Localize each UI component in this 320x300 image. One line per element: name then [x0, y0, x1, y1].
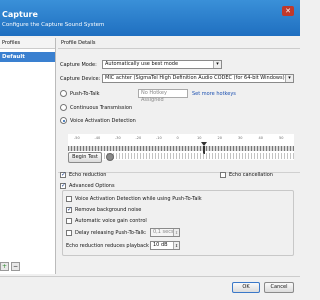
capture-mode-value: Automatically use best mode	[105, 61, 179, 67]
echo-cancellation-label: Echo cancellation	[229, 172, 273, 178]
chevron-down-icon: ▾	[285, 75, 293, 82]
cancel-button[interactable]: Cancel	[264, 282, 294, 293]
meter-tick-labels: -50 -40 -30 -20 -10 0 10 20 30 40 50	[68, 134, 294, 144]
delay-release-label: Delay releasing Push-To-Talk:	[75, 230, 147, 236]
ok-button[interactable]: OK	[232, 282, 260, 293]
profile-item-default[interactable]: Default	[0, 52, 55, 62]
meter-tick-label: 30	[238, 136, 243, 140]
add-profile-button[interactable]: +	[0, 262, 9, 271]
capture-device-label: Capture Device:	[60, 76, 101, 82]
echo-reduce-playback-label: Echo reduction reduces playback by:	[66, 243, 158, 249]
echo-reduction-checkbox[interactable]	[60, 171, 66, 178]
meter-track	[68, 146, 294, 151]
meter-tick-label: -50	[74, 136, 80, 140]
advanced-options-checkbox[interactable]	[60, 182, 66, 189]
voice-activation-radio[interactable]	[60, 117, 67, 124]
auto-gain-label: Automatic voice gain control	[75, 218, 147, 224]
window-titlebar: Capture Configure the Capture Sound Syst…	[0, 0, 300, 36]
begin-test-button[interactable]: Begin Test	[68, 152, 102, 163]
echo-reduction-label: Echo reduction	[69, 172, 107, 178]
hotkey-field[interactable]: No Hotkey Assigned	[138, 89, 188, 103]
window-title: Capture	[2, 10, 38, 19]
capture-device-select[interactable]: MIC achter (SigmaTel High Definition Aud…	[102, 74, 294, 83]
echo-cancellation-checkbox[interactable]	[220, 172, 226, 178]
delay-release-value: 0,1 secs	[153, 229, 174, 235]
profile-buttons: + −	[0, 262, 20, 271]
capture-mode-select[interactable]: Automatically use best mode ▾	[102, 60, 222, 69]
set-more-hotkeys-link[interactable]: Set more hotkeys	[192, 91, 236, 97]
spinner-arrows-icon: ⇕	[173, 242, 179, 249]
meter-tick-label: 40	[258, 136, 263, 140]
window-subtitle: Configure the Capture Sound System	[2, 22, 105, 28]
meter-tick-label: 0	[176, 136, 179, 140]
capture-mode-label: Capture Mode:	[60, 62, 97, 68]
vad-while-ptt-label: Voice Activation Detection while using P…	[75, 196, 202, 202]
push-to-talk-radio[interactable]	[60, 90, 67, 97]
remove-noise-label: Remove background noise	[75, 207, 142, 213]
profile-details-header: Profile Details	[58, 38, 300, 49]
remove-profile-button[interactable]: −	[11, 262, 20, 271]
meter-tick-label: 50	[279, 136, 284, 140]
meter-tick-label: -10	[156, 136, 162, 140]
meter-tick-label: -30	[115, 136, 121, 140]
delay-release-spinner[interactable]: 0,1 secs ⇕	[150, 228, 180, 237]
spinner-arrows-icon: ⇕	[173, 229, 179, 236]
meter-tick-label: 20	[217, 136, 222, 140]
chevron-down-icon: ▾	[213, 61, 221, 68]
profiles-panel: Profiles Default	[0, 38, 56, 274]
continuous-transmission-label: Continuous Transmission	[70, 105, 133, 111]
continuous-transmission-radio[interactable]	[60, 104, 67, 111]
echo-reduce-playback-value: 10 dB	[153, 242, 168, 248]
meter-tick-label: -40	[94, 136, 101, 140]
delay-release-checkbox[interactable]	[66, 230, 72, 236]
profiles-header: Profiles	[0, 38, 55, 49]
remove-noise-checkbox[interactable]	[66, 206, 72, 213]
test-indicator-icon	[106, 153, 114, 161]
vad-while-ptt-checkbox[interactable]	[66, 196, 72, 202]
auto-gain-checkbox[interactable]	[66, 218, 72, 224]
voice-activation-label: Voice Activation Detection	[70, 118, 136, 124]
meter-tick-label: -20	[135, 136, 142, 140]
echo-reduce-playback-spinner[interactable]: 10 dB ⇕	[150, 241, 180, 250]
close-icon[interactable]: ✕	[282, 6, 294, 16]
capture-device-value: MIC achter (SigmaTel High Definition Aud…	[105, 75, 287, 81]
meter-tick-label: 10	[197, 136, 202, 140]
push-to-talk-label: Push-To-Talk	[70, 91, 100, 97]
advanced-options-label: Advanced Options	[69, 183, 115, 189]
